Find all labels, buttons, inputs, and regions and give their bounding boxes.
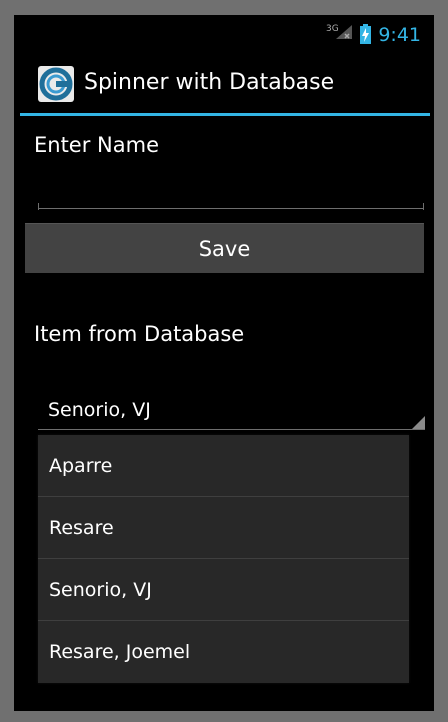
- dropdown-item[interactable]: Resare: [38, 497, 409, 559]
- device-screen: 3G 9:41 Spinner with Database Enter Name…: [14, 15, 434, 711]
- spinner-dropdown-arrow-icon: [412, 416, 425, 429]
- input-edge-right: [423, 203, 424, 210]
- spinner-selected-value: Senorio, VJ: [48, 399, 151, 421]
- app-logo-icon: [38, 66, 74, 102]
- dropdown-item[interactable]: Resare, Joemel: [38, 621, 409, 683]
- signal-strength-icon: [336, 25, 352, 39]
- database-spinner[interactable]: Senorio, VJ: [38, 391, 425, 430]
- battery-charging-icon: [360, 24, 371, 44]
- action-bar: Spinner with Database: [14, 51, 434, 113]
- input-edge-left: [38, 203, 39, 210]
- dropdown-item[interactable]: Senorio, VJ: [38, 559, 409, 621]
- status-bar: 3G 9:41: [14, 15, 434, 51]
- action-bar-divider: [20, 113, 430, 116]
- clock: 9:41: [378, 24, 421, 46]
- item-from-database-label: Item from Database: [34, 322, 245, 346]
- name-input[interactable]: [38, 165, 424, 209]
- enter-name-label: Enter Name: [34, 133, 159, 157]
- app-title: Spinner with Database: [84, 70, 335, 95]
- save-button[interactable]: Save: [25, 223, 424, 273]
- spinner-dropdown-list: Aparre Resare Senorio, VJ Resare, Joemel: [38, 435, 409, 683]
- dropdown-item[interactable]: Aparre: [38, 435, 409, 497]
